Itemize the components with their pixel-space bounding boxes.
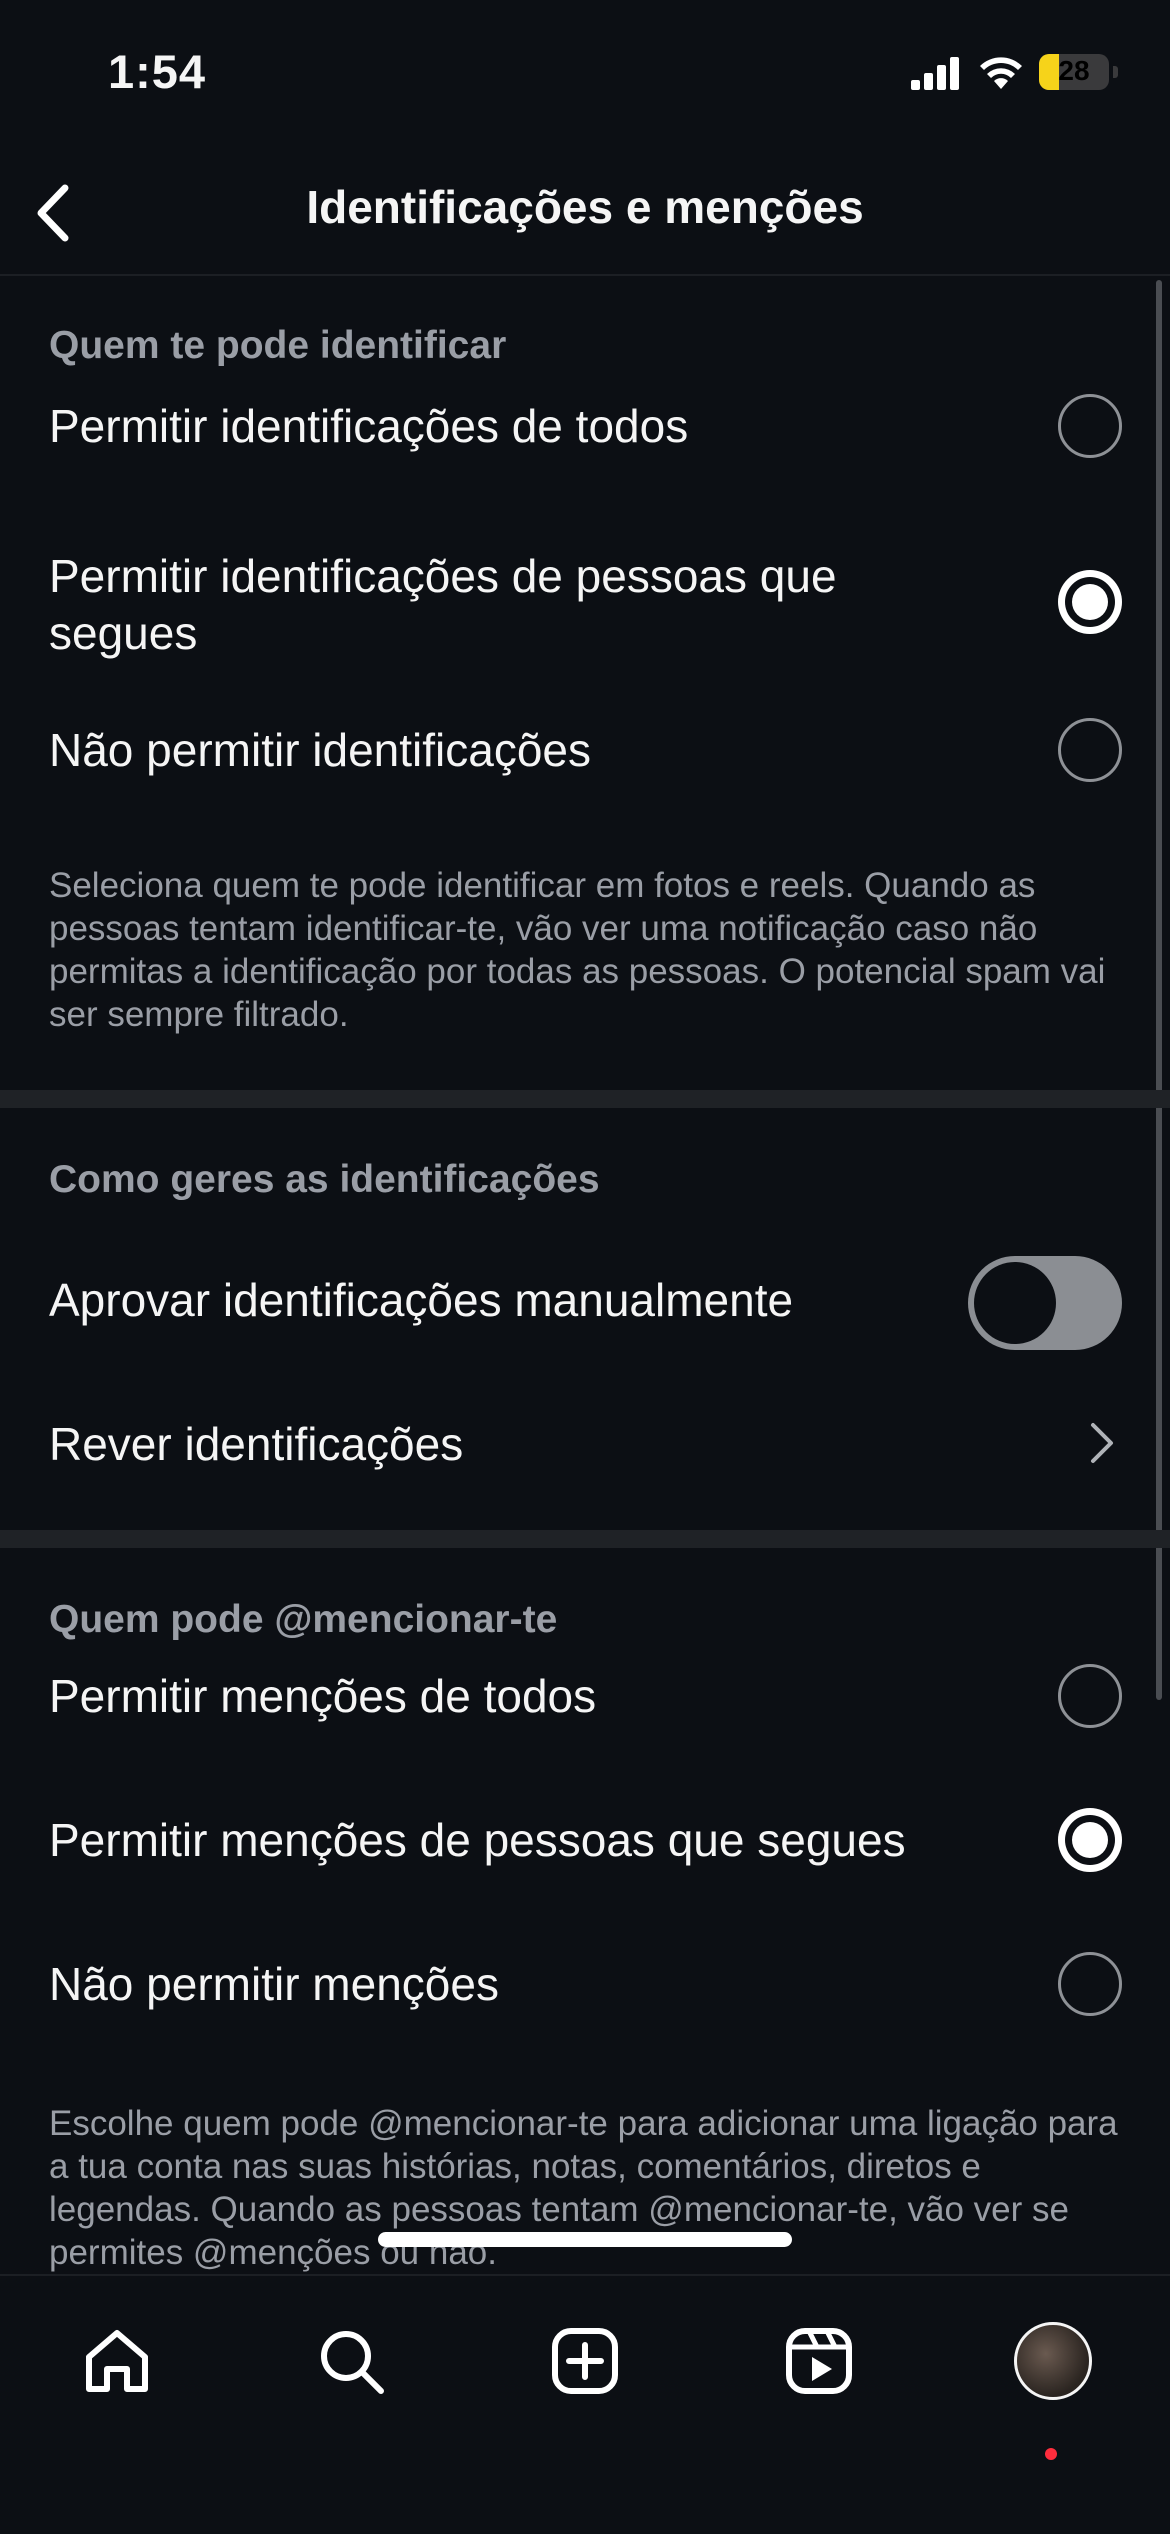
manual-approval-toggle[interactable] [968, 1256, 1122, 1350]
notification-dot [1045, 2448, 1057, 2460]
option-label: Não permitir identificações [49, 724, 592, 776]
tagging-option-none[interactable]: Não permitir identificações [0, 718, 1170, 832]
create-icon [552, 2328, 618, 2394]
battery-level: 28 [1058, 55, 1090, 86]
settings-content: Quem te pode identificar Permitir identi… [0, 276, 1170, 2274]
cellular-signal-icon [911, 57, 959, 90]
battery-cap [1113, 66, 1118, 78]
mentions-option-everyone[interactable]: Permitir menções de todos [0, 1664, 1170, 1778]
tab-create[interactable] [540, 2316, 630, 2406]
radio-button[interactable] [1058, 718, 1122, 782]
bottom-tab-bar [0, 2274, 1170, 2534]
option-label: Permitir menções de todos [49, 1670, 597, 1722]
tab-profile[interactable] [1008, 2316, 1098, 2406]
home-indicator[interactable] [378, 2232, 792, 2247]
radio-button-selected[interactable] [1058, 1808, 1122, 1872]
mentions-option-following[interactable]: Permitir menções de pessoas que segues [0, 1808, 1170, 1922]
section-divider [0, 1530, 1170, 1548]
search-icon [321, 2331, 384, 2394]
navigation-bar: Identificações e menções [0, 150, 1170, 276]
section-divider [0, 1090, 1170, 1108]
battery-icon: 28 [1039, 54, 1109, 90]
wifi-icon [980, 57, 1022, 89]
status-bar: 1:54 28 [0, 0, 1170, 150]
radio-button[interactable] [1058, 394, 1122, 458]
manual-approval-label: Aprovar identificações manualmente [49, 1274, 794, 1326]
tab-search[interactable] [306, 2316, 396, 2406]
tagging-option-following[interactable]: Permitir identificações de pessoas que s… [0, 548, 1170, 678]
review-tags-row[interactable]: Rever identificações [0, 1412, 1170, 1512]
status-time: 1:54 [108, 45, 207, 98]
section-header-manage: Como geres as identificações [49, 1158, 600, 1201]
radio-button[interactable] [1058, 1664, 1122, 1728]
status-icons: 28 [911, 52, 1118, 92]
tagging-option-everyone[interactable]: Permitir identificações de todos [0, 394, 1170, 518]
review-tags-label: Rever identificações [49, 1418, 464, 1470]
section-header-mentions: Quem pode @mencionar-te [49, 1598, 558, 1641]
page-title: Identificações e menções [306, 181, 864, 233]
tab-home[interactable] [72, 2316, 162, 2406]
radio-button[interactable] [1058, 1952, 1122, 2016]
option-label: Permitir identificações de todos [49, 400, 689, 452]
chevron-right-icon [1082, 1418, 1122, 1468]
profile-avatar [1014, 2322, 1092, 2400]
tab-reels[interactable] [774, 2316, 864, 2406]
reels-icon [786, 2328, 852, 2394]
manual-approval-row[interactable]: Aprovar identificações manualmente [0, 1256, 1170, 1376]
home-icon [86, 2330, 148, 2392]
toggle-knob [974, 1262, 1056, 1344]
option-label: Permitir menções de pessoas que segues [49, 1814, 906, 1866]
option-label: Permitir identificações de pessoas que s… [49, 550, 837, 659]
mentions-description: Escolhe quem pode @mencionar-te para adi… [49, 2104, 1118, 2272]
mentions-option-none[interactable]: Não permitir menções [0, 1952, 1170, 2066]
radio-button-selected[interactable] [1058, 570, 1122, 634]
tagging-description: Seleciona quem te pode identificar em fo… [49, 866, 1106, 1034]
option-label: Não permitir menções [49, 1958, 499, 2010]
section-header-tagging: Quem te pode identificar [49, 324, 507, 367]
